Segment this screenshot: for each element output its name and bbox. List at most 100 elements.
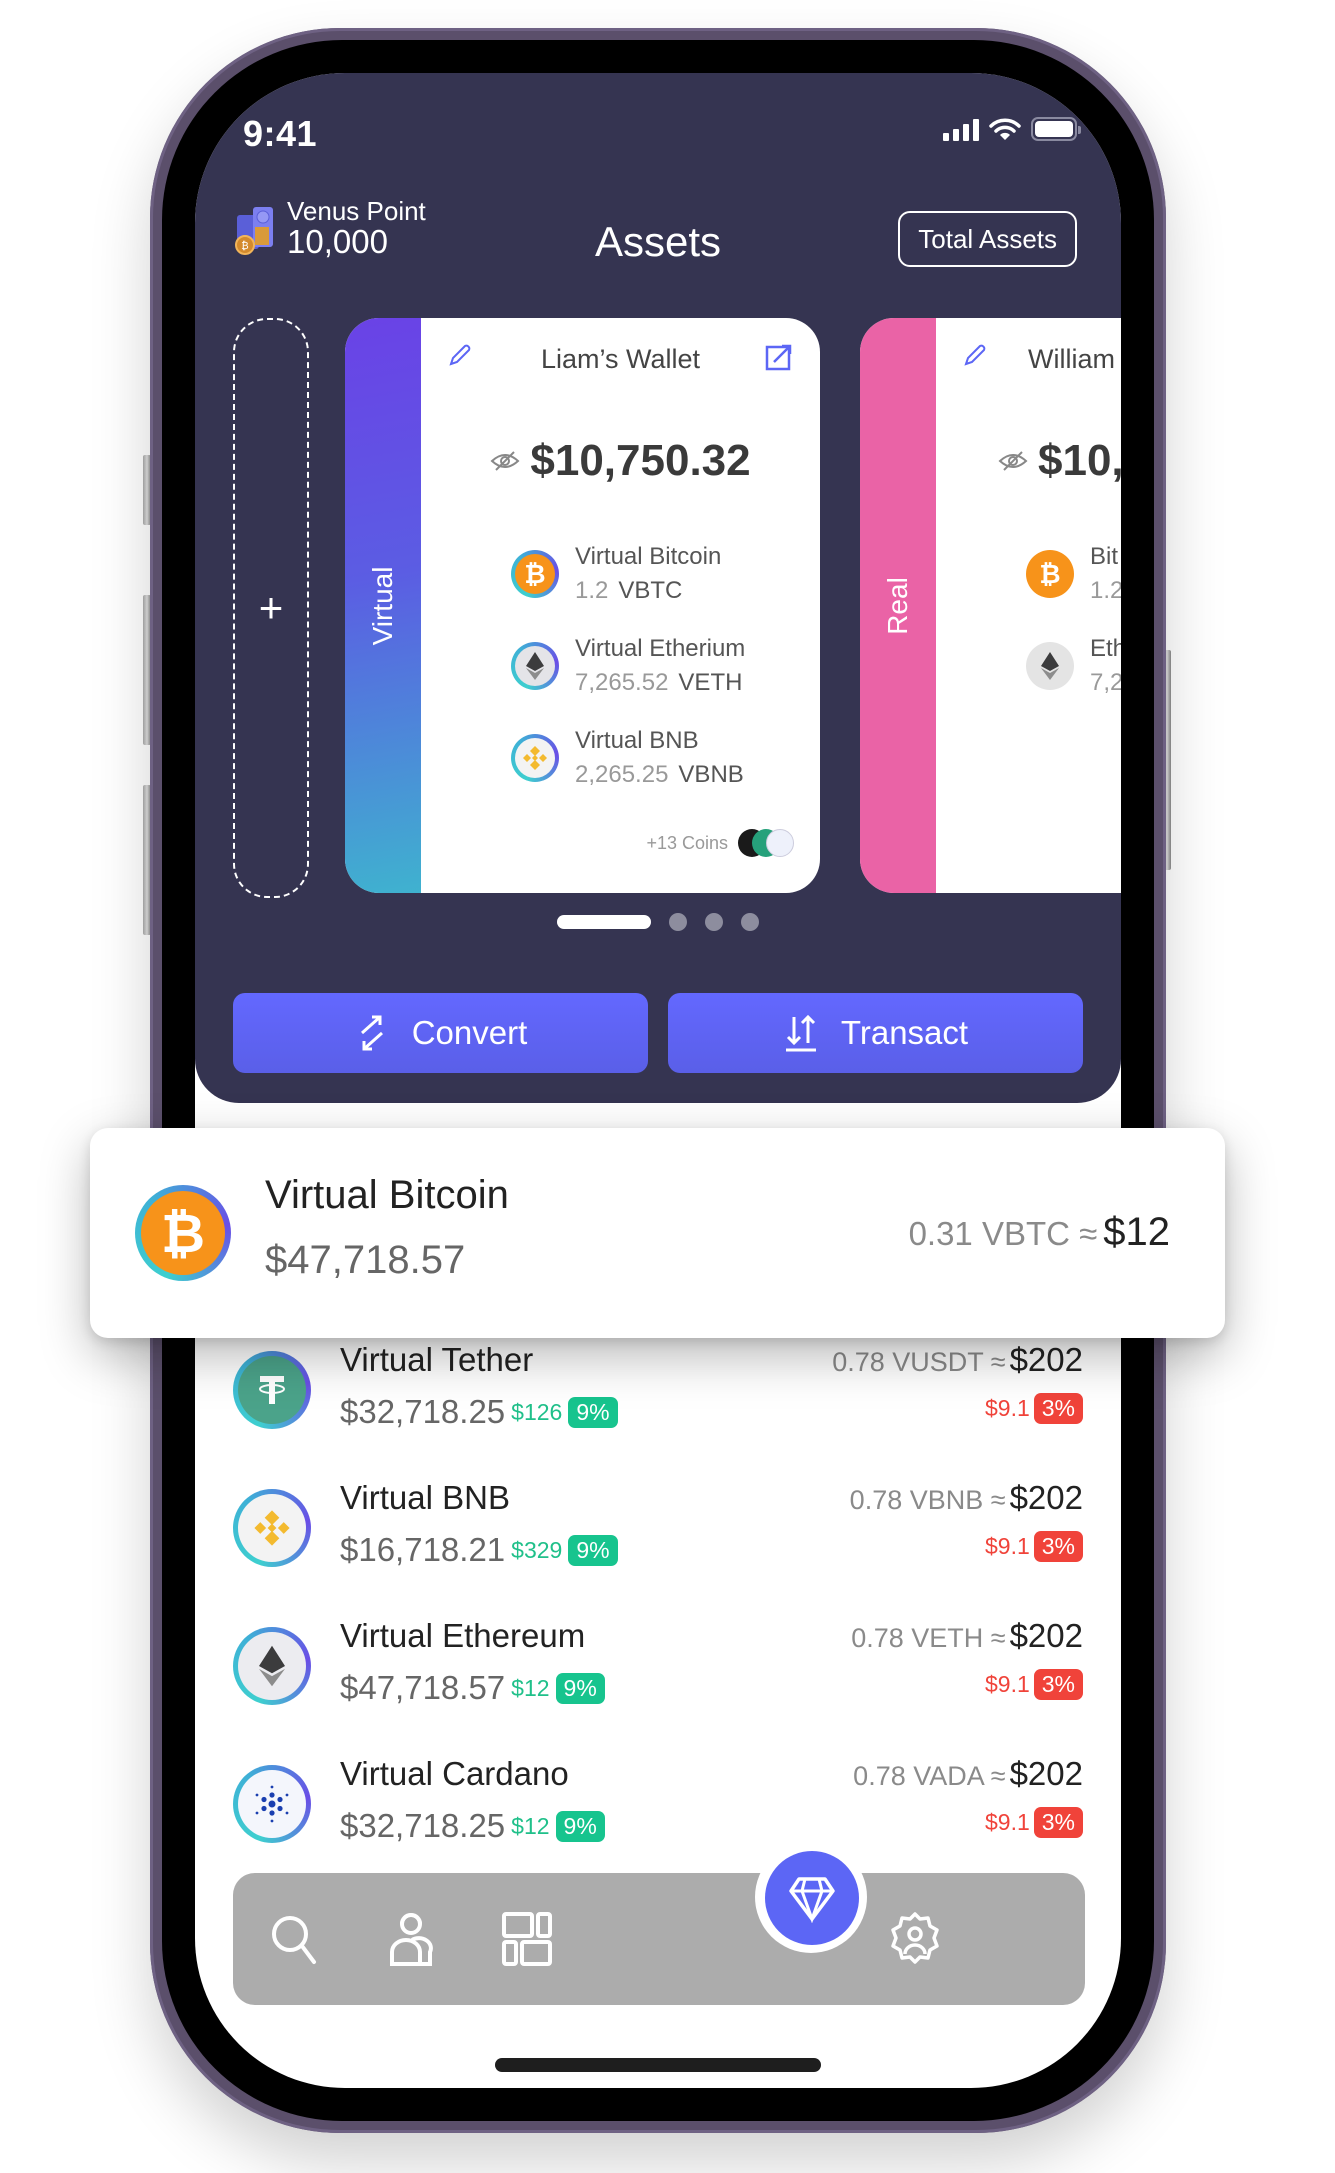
- wallet-name: Liam’s Wallet: [540, 344, 701, 374]
- coin-amount: 1.2: [1090, 577, 1121, 604]
- gain-badge: 9%: [568, 1396, 618, 1428]
- coin-name: Eth: [1090, 635, 1121, 662]
- asset-loss: $9.1: [984, 1809, 1030, 1835]
- edit-icon[interactable]: [962, 342, 988, 368]
- tab-dashboard[interactable]: [497, 1909, 557, 1969]
- screen: 9:41 ₿ Venus Point 10,000 Assets Total A…: [195, 73, 1121, 2088]
- bitcoin-icon: ₿: [511, 550, 559, 598]
- loss-badge: 3%: [1033, 1393, 1083, 1424]
- wallet-coin-row: Eth 7,2: [1026, 620, 1121, 712]
- wallet-coin-row: Virtual BNB 2,265.25 VBNB: [511, 712, 745, 804]
- featured-holding: 0.31 VBTC ≈: [908, 1215, 1098, 1252]
- coin-name: Virtual Etherium: [575, 635, 746, 662]
- asset-holding: 0.78 VADA ≈: [853, 1761, 1006, 1791]
- coin-symbol: VBNB: [678, 761, 744, 788]
- asset-value: $202: [1009, 1755, 1083, 1792]
- hide-balance-icon[interactable]: [998, 450, 1028, 472]
- wallet-coin-row: ₿ Bit 1.2: [1026, 528, 1121, 620]
- wallet-card[interactable]: Virtual Liam’s Wallet $10,750.32 ₿ Virtu…: [345, 318, 820, 893]
- carousel-pagination: [195, 913, 1121, 931]
- wifi-icon: [989, 118, 1021, 140]
- wallet-balance: $10,: [1038, 436, 1121, 485]
- asset-name: Virtual Tether: [340, 1341, 534, 1378]
- tab-assets[interactable]: [765, 1851, 859, 1945]
- loss-badge: 3%: [1033, 1807, 1083, 1838]
- tab-profile-settings[interactable]: [885, 1909, 945, 1969]
- transact-label: Transact: [840, 1014, 969, 1051]
- featured-value: $12: [1103, 1210, 1170, 1254]
- page-dot[interactable]: [705, 913, 723, 931]
- page-dot[interactable]: [741, 913, 759, 931]
- asset-loss: $9.1: [984, 1671, 1030, 1697]
- bitcoin-icon: ₿: [1026, 550, 1074, 598]
- coin-amount: 2,265.25: [575, 761, 669, 788]
- add-wallet-button[interactable]: +: [233, 318, 309, 898]
- wallet-balance: $10,750.32: [530, 436, 751, 485]
- cardano-icon: [233, 1765, 311, 1843]
- wallet-type-label: Virtual: [367, 566, 398, 645]
- ethereum-icon: [511, 642, 559, 690]
- more-coins-label: +13 Coins: [646, 832, 728, 853]
- wallet-coin-row: ₿ Virtual Bitcoin 1.2 VBTC: [511, 528, 745, 620]
- asset-price: $32,718.25: [340, 1807, 506, 1844]
- total-assets-button[interactable]: Total Assets: [898, 211, 1077, 267]
- open-external-icon[interactable]: [764, 342, 794, 372]
- home-indicator[interactable]: [495, 2058, 821, 2072]
- asset-name: Virtual BNB: [340, 1479, 510, 1516]
- asset-row[interactable]: Virtual BNB $16,718.21 $329 9% 0.78 VBNB…: [195, 1461, 1121, 1599]
- convert-label: Convert: [411, 1014, 528, 1051]
- wallet-type-strip: Virtual: [345, 318, 421, 893]
- wallet-type-strip: Real: [860, 318, 936, 893]
- diamond-icon: [789, 1877, 835, 1923]
- featured-asset-price: $47,718.57: [265, 1238, 466, 1282]
- loss-badge: 3%: [1033, 1531, 1083, 1562]
- coin-name: Virtual BNB: [575, 727, 699, 754]
- wallet-name: William: [1028, 344, 1115, 374]
- asset-row[interactable]: Virtual Ethereum $47,718.57 $12 9% 0.78 …: [195, 1599, 1121, 1737]
- tab-community[interactable]: [381, 1909, 441, 1969]
- ethereum-icon: [1026, 642, 1074, 690]
- asset-value: $202: [1009, 1617, 1083, 1654]
- asset-value: $202: [1009, 1479, 1083, 1516]
- user-settings-icon: [891, 1912, 939, 1964]
- gain-badge: 9%: [568, 1534, 618, 1566]
- transact-button[interactable]: Transact: [668, 993, 1083, 1073]
- page-dot-active[interactable]: [557, 915, 651, 929]
- convert-icon: [360, 1015, 383, 1051]
- wallet-card[interactable]: Real William $10, ₿ Bit 1.2 Eth 7,2: [860, 318, 1121, 893]
- status-bar: 9:41: [195, 73, 1121, 183]
- coin-amount: 1.2: [575, 577, 609, 604]
- tab-search[interactable]: [265, 1909, 325, 1969]
- ethereum-icon: [233, 1627, 311, 1705]
- asset-row[interactable]: Virtual Tether $32,718.25 $126 9% 0.78 V…: [195, 1323, 1121, 1461]
- users-icon: [390, 1913, 433, 1966]
- featured-asset-name: Virtual Bitcoin: [265, 1173, 509, 1217]
- wallet-type-label: Real: [882, 576, 913, 635]
- coin-amount: 7,265.52: [575, 669, 669, 696]
- tab-bar: [233, 1873, 1085, 2005]
- asset-holding: 0.78 VBNB ≈: [849, 1485, 1006, 1515]
- gain-badge: 9%: [555, 1672, 605, 1704]
- asset-price: $16,718.21: [340, 1531, 506, 1568]
- asset-name: Virtual Ethereum: [340, 1617, 586, 1654]
- status-time: 9:41: [243, 113, 318, 154]
- gain-badge: 9%: [555, 1810, 605, 1842]
- bnb-icon: [511, 734, 559, 782]
- coin-symbol: VBTC: [618, 577, 683, 604]
- asset-gain: $12: [511, 1812, 550, 1839]
- asset-price: $47,718.57: [340, 1669, 506, 1706]
- asset-loss: $9.1: [984, 1533, 1030, 1559]
- loss-badge: 3%: [1033, 1669, 1083, 1700]
- asset-gain: $126: [511, 1398, 563, 1425]
- tether-icon: [233, 1351, 311, 1429]
- coin-name: Virtual Bitcoin: [575, 543, 722, 570]
- page-dot[interactable]: [669, 913, 687, 931]
- transact-icon: [785, 1014, 816, 1052]
- asset-holding: 0.78 VUSDT ≈: [832, 1347, 1006, 1377]
- asset-value: $202: [1009, 1341, 1083, 1378]
- asset-loss: $9.1: [984, 1395, 1030, 1421]
- asset-row[interactable]: Virtual Cardano $32,718.25 $12 9% 0.78 V…: [195, 1737, 1121, 1875]
- featured-asset-card[interactable]: ₿ Virtual Bitcoin $47,718.57 0.31 VBTC ≈…: [90, 1128, 1225, 1338]
- hide-balance-icon[interactable]: [490, 450, 520, 472]
- convert-button[interactable]: Convert: [233, 993, 648, 1073]
